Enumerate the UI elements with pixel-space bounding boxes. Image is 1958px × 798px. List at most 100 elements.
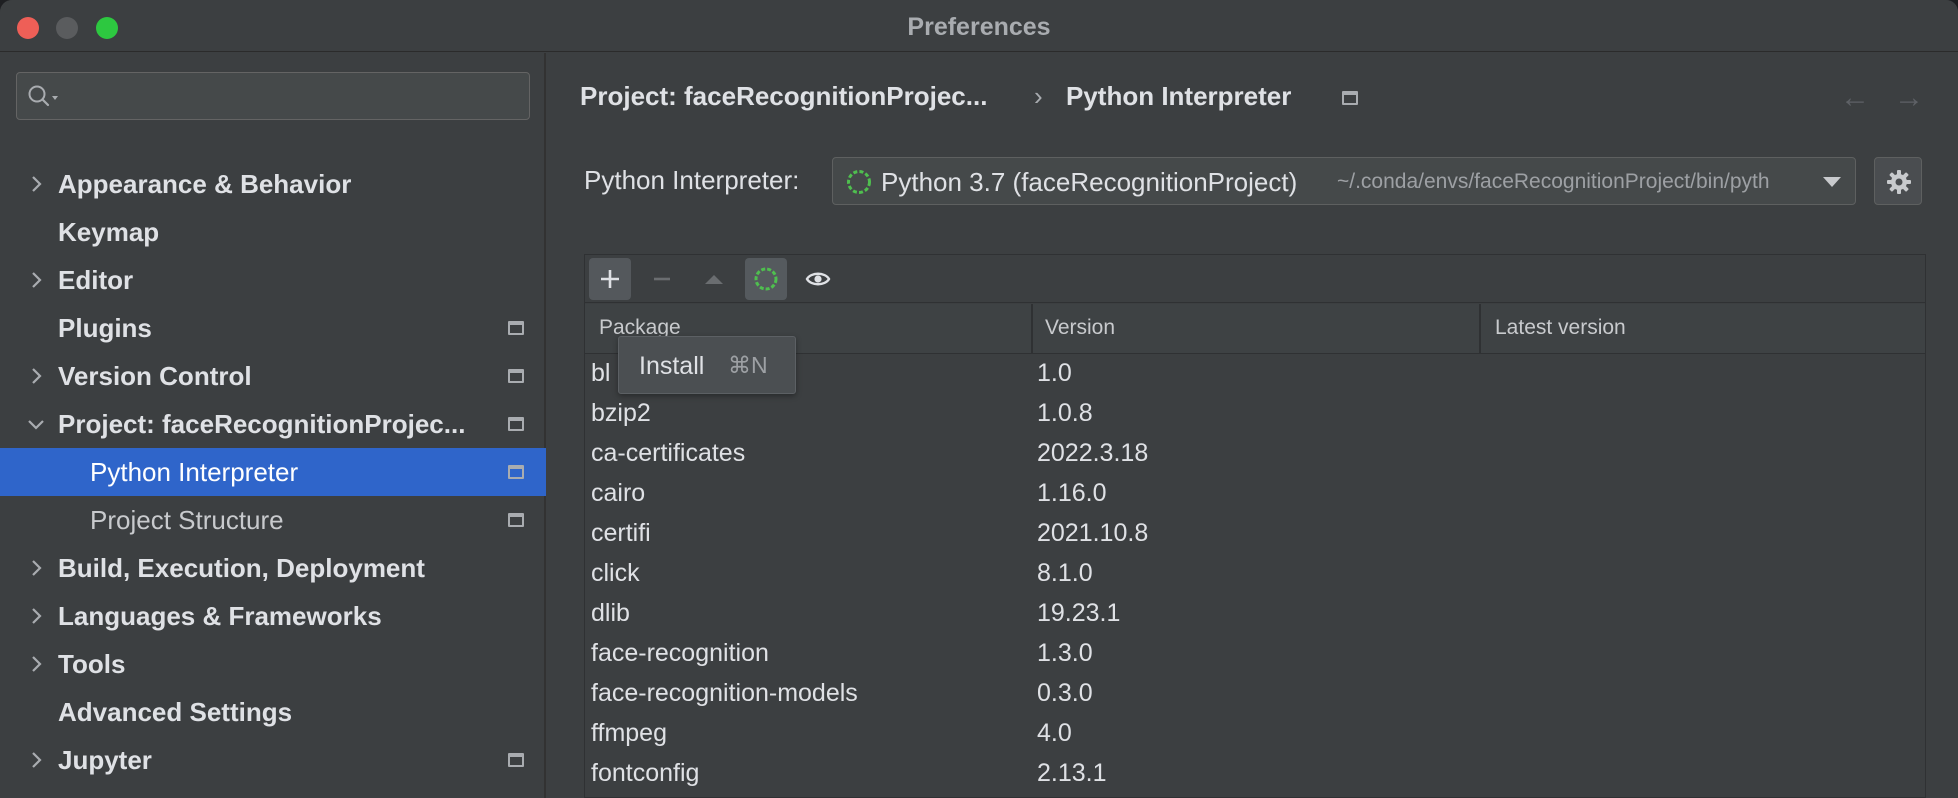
sidebar-item-label: Version Control (58, 361, 252, 391)
package-version-cell: 0.3.0 (1037, 679, 1093, 707)
package-name-cell: click (591, 559, 640, 587)
sidebar-item-advanced-settings[interactable]: Advanced Settings (0, 688, 546, 736)
upgrade-icon (705, 275, 723, 284)
package-name-cell: dlib (591, 599, 630, 627)
chevron-right-icon[interactable] (26, 750, 46, 770)
sidebar-item-label: Appearance & Behavior (58, 169, 352, 199)
interpreter-settings-button[interactable] (1874, 157, 1922, 205)
minus-icon (654, 277, 670, 281)
package-version-cell: 2022.3.18 (1037, 439, 1149, 467)
install-tooltip: Install ⌘N (618, 336, 796, 394)
breadcrumb-parent[interactable]: Project: faceRecognitionProjec... (580, 81, 987, 112)
column-header-latest-version[interactable]: Latest version (1495, 316, 1626, 340)
project-level-icon (508, 465, 524, 479)
sidebar-item-editor[interactable]: Editor (0, 256, 546, 304)
chevron-right-icon[interactable] (26, 270, 46, 290)
forward-arrow-icon[interactable]: → (1894, 81, 1924, 115)
sidebar-item-label: Languages & Frameworks (58, 601, 382, 631)
sidebar-item-keymap[interactable]: Keymap (0, 208, 546, 256)
show-early-releases-button[interactable] (797, 258, 839, 300)
package-version-cell: 1.0 (1037, 359, 1072, 387)
sidebar-item-tools[interactable]: Tools (0, 640, 546, 688)
sidebar-item-label: Advanced Settings (58, 697, 293, 727)
eye-icon (805, 272, 831, 286)
package-version-cell: 1.0.8 (1037, 399, 1093, 427)
sidebar-item-python-interpreter[interactable]: Python Interpreter (0, 448, 546, 496)
project-level-icon (508, 753, 524, 767)
project-level-icon (508, 321, 524, 335)
table-row[interactable]: ffmpeg 4.0 (585, 715, 1925, 755)
table-row[interactable]: certifi 2021.10.8 (585, 515, 1925, 555)
sidebar-item-project-facerecognitionprojec[interactable]: Project: faceRecognitionProjec... (0, 400, 546, 448)
sidebar-item-jupyter[interactable]: Jupyter (0, 736, 546, 784)
sidebar-item-build-execution-deployment[interactable]: Build, Execution, Deployment (0, 544, 546, 592)
table-row[interactable]: bzip2 1.0.8 (585, 395, 1925, 435)
interpreter-name: Python 3.7 (faceRecognitionProject) (881, 167, 1298, 197)
package-name-cell: bl (591, 359, 611, 387)
table-row[interactable]: face-recognition-models 0.3.0 (585, 675, 1925, 715)
sidebar-item-languages-frameworks[interactable]: Languages & Frameworks (0, 592, 546, 640)
sidebar-item-label: Tools (58, 649, 126, 679)
table-row[interactable]: ca-certificates 2022.3.18 (585, 435, 1925, 475)
interpreter-select[interactable]: Python 3.7 (faceRecognitionProject) ~/.c… (832, 157, 1856, 205)
use-conda-button[interactable] (745, 258, 787, 300)
table-row[interactable]: click 8.1.0 (585, 555, 1925, 595)
sidebar-item-plugins[interactable]: Plugins (0, 304, 546, 352)
package-version-cell: 1.3.0 (1037, 639, 1093, 667)
chevron-right-icon[interactable] (26, 174, 46, 194)
chevron-right-icon[interactable] (26, 366, 46, 386)
chevron-down-icon (1823, 177, 1841, 187)
package-version-cell: 2.13.1 (1037, 759, 1107, 787)
chevron-right-icon[interactable] (26, 606, 46, 626)
package-name-cell: cairo (591, 479, 646, 507)
chevron-right-icon[interactable] (26, 558, 46, 578)
column-divider[interactable] (1479, 304, 1481, 354)
sidebar-item-label: Build, Execution, Deployment (58, 553, 425, 583)
main-panel: Project: faceRecognitionProjec... › Pyth… (548, 53, 1958, 798)
package-name-cell: face-recognition-models (591, 679, 858, 707)
package-name-cell: face-recognition (591, 639, 769, 667)
table-row[interactable]: fontconfig 2.13.1 (585, 755, 1925, 795)
gear-icon (1887, 170, 1911, 194)
sidebar-item-appearance-behavior[interactable]: Appearance & Behavior (0, 160, 546, 208)
back-arrow-icon[interactable]: ← (1840, 81, 1870, 115)
package-version-cell: 19.23.1 (1037, 599, 1121, 627)
sidebar-item-label: Jupyter (58, 745, 152, 775)
window-title: Preferences (907, 13, 1051, 41)
tooltip-shortcut: ⌘N (728, 352, 768, 378)
sidebar-item-project-structure[interactable]: Project Structure (0, 496, 546, 544)
conda-icon (754, 267, 778, 291)
page-title: Python Interpreter (1066, 81, 1292, 111)
sidebar-item-label: Project Structure (90, 505, 284, 535)
sidebar-item-label: Editor (58, 265, 134, 295)
chevron-right-icon[interactable] (26, 654, 46, 674)
column-divider[interactable] (1031, 304, 1033, 354)
table-row[interactable]: dlib 19.23.1 (585, 595, 1925, 635)
package-version-cell: 1.16.0 (1037, 479, 1107, 507)
package-name-cell: bzip2 (591, 399, 651, 427)
package-version-cell: 2021.10.8 (1037, 519, 1149, 547)
install-package-button[interactable] (589, 258, 631, 300)
table-row[interactable]: cairo 1.16.0 (585, 475, 1925, 515)
search-icon (28, 85, 58, 107)
package-name-cell: ffmpeg (591, 719, 667, 747)
search-input[interactable] (16, 72, 530, 120)
package-name-cell: ca-certificates (591, 439, 746, 467)
conda-env-icon (847, 170, 871, 194)
chevron-down-icon[interactable] (26, 414, 46, 434)
project-level-icon (508, 417, 524, 431)
sidebar-item-label: Python Interpreter (90, 457, 299, 487)
upgrade-package-button[interactable] (693, 258, 735, 300)
tooltip-label: Install (639, 352, 705, 380)
package-version-cell: 4.0 (1037, 719, 1072, 747)
sidebar-item-label: Keymap (58, 217, 160, 247)
title-bar: Preferences (0, 0, 1958, 52)
plus-icon (601, 270, 619, 288)
column-header-version[interactable]: Version (1045, 316, 1115, 340)
sidebar-item-version-control[interactable]: Version Control (0, 352, 546, 400)
table-row[interactable]: face-recognition 1.3.0 (585, 635, 1925, 675)
breadcrumb-separator: › (1034, 81, 1043, 111)
uninstall-package-button[interactable] (641, 258, 683, 300)
preferences-window: Preferences Appearance & Behavior Keymap E… (0, 0, 1958, 798)
package-name-cell: fontconfig (591, 759, 700, 787)
